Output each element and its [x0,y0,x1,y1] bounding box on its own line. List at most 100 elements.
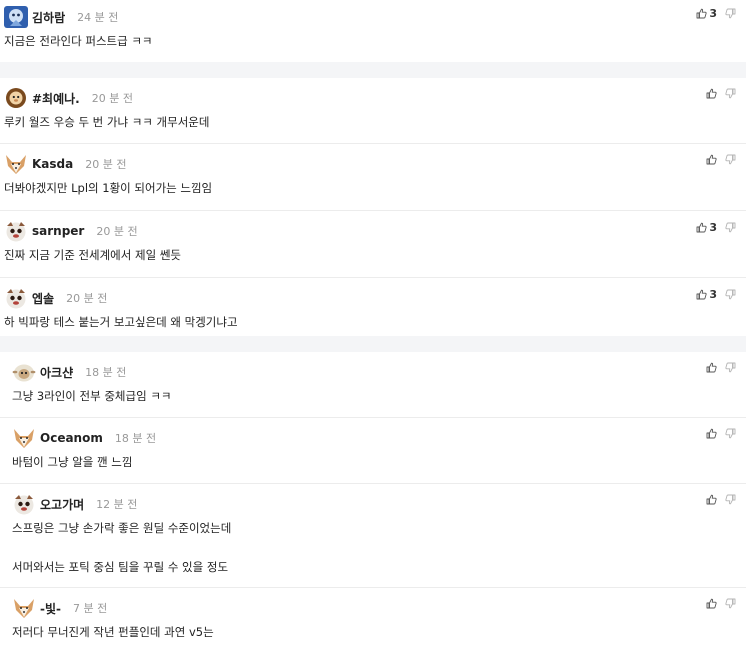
comment-author[interactable]: -빛- [40,600,61,617]
comment-author[interactable]: #최예나. [32,90,80,107]
like-button[interactable] [706,598,717,609]
comment-text: 하 빅파랑 테스 붙는거 보고싶은데 왜 막겡기냐고 [4,315,238,329]
like-button[interactable]: 3 [696,7,717,20]
comment-item: Kasda 20 분 전 더봐야겠지만 Lpl의 1황이 되어가는 느낌임 [0,144,746,211]
comment-list: 김하람 24 분 전 지금은 전라인다 퍼스트급 ㅋㅋ 3 #최예나. 20 분… [0,0,746,648]
comment-author[interactable]: 김하람 [32,9,65,26]
thumbs-down-icon [725,428,736,439]
comment-header: 김하람 24 분 전 [4,6,746,28]
comment-text: 저러다 무너진게 작년 펀플인데 과연 v5는 [12,625,214,639]
comment-author[interactable]: Kasda [32,157,73,171]
comment-header: 오고가며 12 분 전 [12,493,746,515]
comment-item: 오고가며 12 분 전 스프링은 그냥 손가락 좋은 원딜 수준이었는데 서머와… [0,484,746,588]
group-separator [0,62,746,78]
comment-header: 아크샨 18 분 전 [12,362,746,382]
dislike-button[interactable] [725,88,736,99]
comment-text: 스프링은 그냥 손가락 좋은 원딜 수준이었는데 [12,521,232,535]
thumbs-down-icon [725,289,736,300]
like-count: 3 [709,288,717,301]
comment-item: sarnper 20 분 전 진짜 지금 기준 전세계에서 제일 쎈듯 3 [0,211,746,278]
like-button[interactable]: 3 [696,221,717,234]
like-button[interactable] [706,428,717,439]
like-button[interactable] [706,362,717,373]
vote-group [706,598,736,609]
vote-group [706,428,736,439]
fox-avatar[interactable] [4,153,28,175]
dislike-button[interactable] [725,222,736,233]
thumbs-down-icon [725,88,736,99]
blue-mascot-avatar[interactable] [4,6,28,28]
sheep-avatar[interactable] [12,361,36,383]
comment-item: Oceanom 18 분 전 바텀이 그냥 알을 깬 느낌 [0,418,746,484]
fox-avatar[interactable] [12,427,36,449]
like-button[interactable]: 3 [696,288,717,301]
comment-time: 12 분 전 [96,498,138,511]
comment-text: 더봐야겠지만 Lpl의 1황이 되어가는 느낌임 [4,181,213,195]
thumbs-up-icon [706,428,717,439]
comment-text: 바텀이 그냥 알을 깬 느낌 [12,455,133,469]
group-separator [0,336,746,352]
comment-header: #최예나. 20 분 전 [4,88,746,108]
comment-header: Kasda 20 분 전 [4,154,746,174]
comment-time: 20 분 전 [96,225,138,238]
thumbs-up-icon [696,289,707,300]
like-button[interactable] [706,494,717,505]
comment-text: 서머와서는 포틱 중심 팀을 꾸릴 수 있을 정도 [12,560,229,574]
comment-header: -빛- 7 분 전 [12,598,746,618]
dislike-button[interactable] [725,8,736,19]
vote-group: 3 [696,221,736,234]
comment-author[interactable]: 아크샨 [40,364,73,381]
fox-avatar[interactable] [12,597,36,619]
thumbs-up-icon [696,8,707,19]
comment-time: 20 분 전 [85,158,127,171]
comment-author[interactable]: Oceanom [40,431,103,445]
dislike-button[interactable] [725,428,736,439]
comment-time: 24 분 전 [77,11,119,24]
comment-time: 7 분 전 [73,602,108,615]
comment-item: 아크샨 18 분 전 그냥 3라인이 전부 중체급임 ㅋㅋ [0,352,746,418]
lion-avatar[interactable] [4,87,28,109]
thumbs-up-icon [706,154,717,165]
thumbs-up-icon [706,494,717,505]
poro-avatar[interactable] [4,220,28,242]
comment-header: Oceanom 18 분 전 [12,428,746,448]
comment-text: 그냥 3라인이 전부 중체급임 ㅋㅋ [12,389,172,403]
like-button[interactable] [706,88,717,99]
poro-avatar[interactable] [4,287,28,309]
dislike-button[interactable] [725,362,736,373]
vote-group: 3 [696,288,736,301]
vote-group [706,88,736,99]
comment-text: 루키 월즈 우승 두 번 가냐 ㅋㅋ 개무서운데 [4,115,210,129]
comment-item: 엡솔 20 분 전 하 빅파랑 테스 붙는거 보고싶은데 왜 막겡기냐고 3 [0,278,746,336]
like-count: 3 [709,7,717,20]
vote-group: 3 [696,7,736,20]
thumbs-up-icon [706,362,717,373]
thumbs-up-icon [706,88,717,99]
dislike-button[interactable] [725,154,736,165]
like-button[interactable] [706,154,717,165]
dislike-button[interactable] [725,598,736,609]
comment-header: 엡솔 20 분 전 [4,287,746,309]
comment-item: -빛- 7 분 전 저러다 무너진게 작년 펀플인데 과연 v5는 [0,588,746,648]
comment-item: #최예나. 20 분 전 루키 월즈 우승 두 번 가냐 ㅋㅋ 개무서운데 [0,78,746,144]
thumbs-down-icon [725,8,736,19]
comment-author[interactable]: 엡솔 [32,290,54,307]
comment-author[interactable]: sarnper [32,224,84,238]
comment-author[interactable]: 오고가며 [40,496,84,513]
comment-header: sarnper 20 분 전 [4,220,746,242]
thumbs-down-icon [725,494,736,505]
thumbs-down-icon [725,222,736,233]
dislike-button[interactable] [725,494,736,505]
comment-time: 18 분 전 [114,432,157,445]
vote-group [706,154,736,165]
thumbs-up-icon [696,222,707,233]
comment-time: 18 분 전 [85,366,127,379]
poro-avatar[interactable] [12,493,36,515]
thumbs-down-icon [725,598,736,609]
dislike-button[interactable] [725,289,736,300]
comment-item: 김하람 24 분 전 지금은 전라인다 퍼스트급 ㅋㅋ 3 [0,0,746,62]
vote-group [706,362,736,373]
thumbs-up-icon [706,598,717,609]
like-count: 3 [709,221,717,234]
comment-time: 20 분 전 [91,92,133,105]
